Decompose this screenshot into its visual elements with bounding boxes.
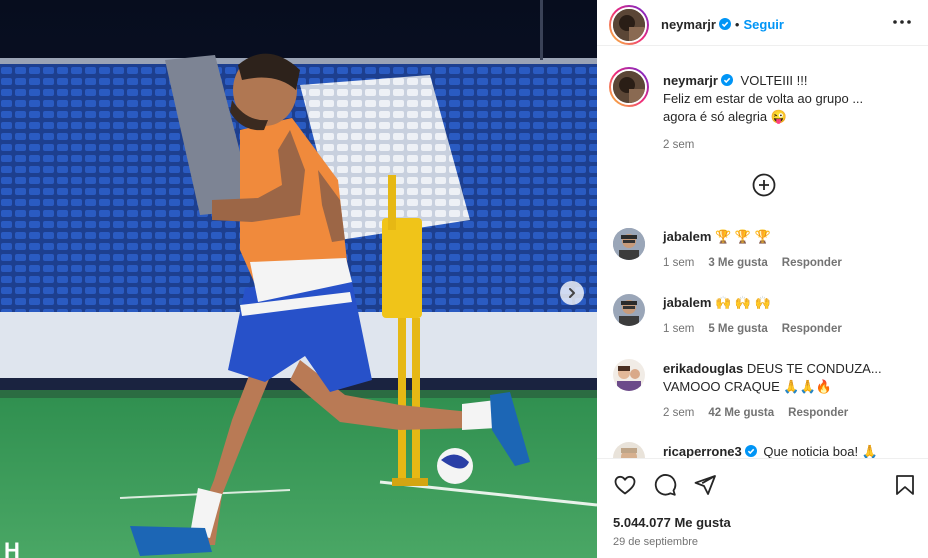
comment-time: 2 sem <box>663 407 695 419</box>
author-avatar[interactable] <box>609 5 649 45</box>
comment-item: erikadouglas DEUS TE CONDUZA... VAMOOO C… <box>663 360 913 419</box>
comment-text: 🙌 🙌 🙌 <box>715 295 771 310</box>
verified-badge-icon <box>744 445 757 457</box>
comment-text: DEUS TE CONDUZA... <box>746 361 882 376</box>
caption-avatar[interactable] <box>609 67 649 107</box>
reply-button[interactable]: Responder <box>788 407 848 419</box>
post-date: 29 de septiembre <box>613 536 698 548</box>
verified-badge-icon <box>718 18 731 30</box>
comment-avatar[interactable] <box>613 359 645 391</box>
comment-item: ricaperrone3 Que noticia boa! 🙏 <box>663 443 913 458</box>
heart-icon[interactable] <box>613 473 637 497</box>
caption-username[interactable]: neymarjr <box>663 73 718 88</box>
comment-likes[interactable]: 3 Me gusta <box>708 257 767 269</box>
post-photo: H <box>0 0 597 558</box>
reply-button[interactable]: Responder <box>782 323 842 335</box>
share-icon[interactable] <box>693 473 717 497</box>
chevron-right-icon <box>569 288 575 298</box>
caption-line: Feliz em estar de volta ao grupo ... <box>663 91 864 106</box>
media-watermark: H <box>4 538 20 558</box>
post-media[interactable]: H <box>0 0 597 558</box>
caption: neymarjr VOLTEIII !!! Feliz em estar de … <box>663 72 913 151</box>
author-username[interactable]: neymarjr <box>661 17 716 32</box>
likes-count[interactable]: 5.044.077 Me gusta <box>613 515 731 530</box>
post-sidebar: neymarjr • Seguir neymarjr VOLTEIII !!! Fe… <box>597 0 928 558</box>
add-comment-icon[interactable] <box>752 173 776 197</box>
more-options-icon[interactable] <box>892 15 912 29</box>
header-separator: • <box>734 17 740 32</box>
caption-line: VOLTEIII !!! <box>740 73 808 88</box>
next-media-button[interactable] <box>560 281 584 305</box>
reply-button[interactable]: Responder <box>782 257 842 269</box>
post-header: neymarjr • Seguir <box>597 0 928 46</box>
verified-badge-icon <box>720 74 733 86</box>
comments-list[interactable]: neymarjr VOLTEIII !!! Feliz em estar de … <box>597 46 928 458</box>
comment-time: 1 sem <box>663 257 695 269</box>
comment-item: jabalem 🏆 🏆 🏆 1 sem 3 Me gusta Responder <box>663 228 913 269</box>
comment-time: 1 sem <box>663 323 695 335</box>
comment-avatar[interactable] <box>613 228 645 260</box>
comment-avatar[interactable] <box>613 294 645 326</box>
comment-text: VAMOOO CRAQUE 🙏🙏🔥 <box>663 379 832 394</box>
comment-username[interactable]: erikadouglas <box>663 361 743 376</box>
comment-icon[interactable] <box>653 473 677 497</box>
comment-avatar[interactable] <box>613 442 645 458</box>
post-actions: 5.044.077 Me gusta 29 de septiembre <box>597 458 928 558</box>
comment-username[interactable]: jabalem <box>663 295 711 310</box>
bookmark-icon[interactable] <box>893 473 917 497</box>
comment-item: jabalem 🙌 🙌 🙌 1 sem 5 Me gusta Responder <box>663 294 913 335</box>
comment-text: 🏆 🏆 🏆 <box>715 229 771 244</box>
comment-likes[interactable]: 5 Me gusta <box>708 323 767 335</box>
comment-text: Que noticia boa! 🙏 <box>763 444 878 458</box>
caption-time: 2 sem <box>663 139 695 151</box>
follow-button[interactable]: Seguir <box>743 17 783 32</box>
comment-likes[interactable]: 42 Me gusta <box>708 407 774 419</box>
comment-username[interactable]: ricaperrone3 <box>663 444 742 458</box>
comment-username[interactable]: jabalem <box>663 229 711 244</box>
caption-line: agora é só alegria 😜 <box>663 109 787 124</box>
